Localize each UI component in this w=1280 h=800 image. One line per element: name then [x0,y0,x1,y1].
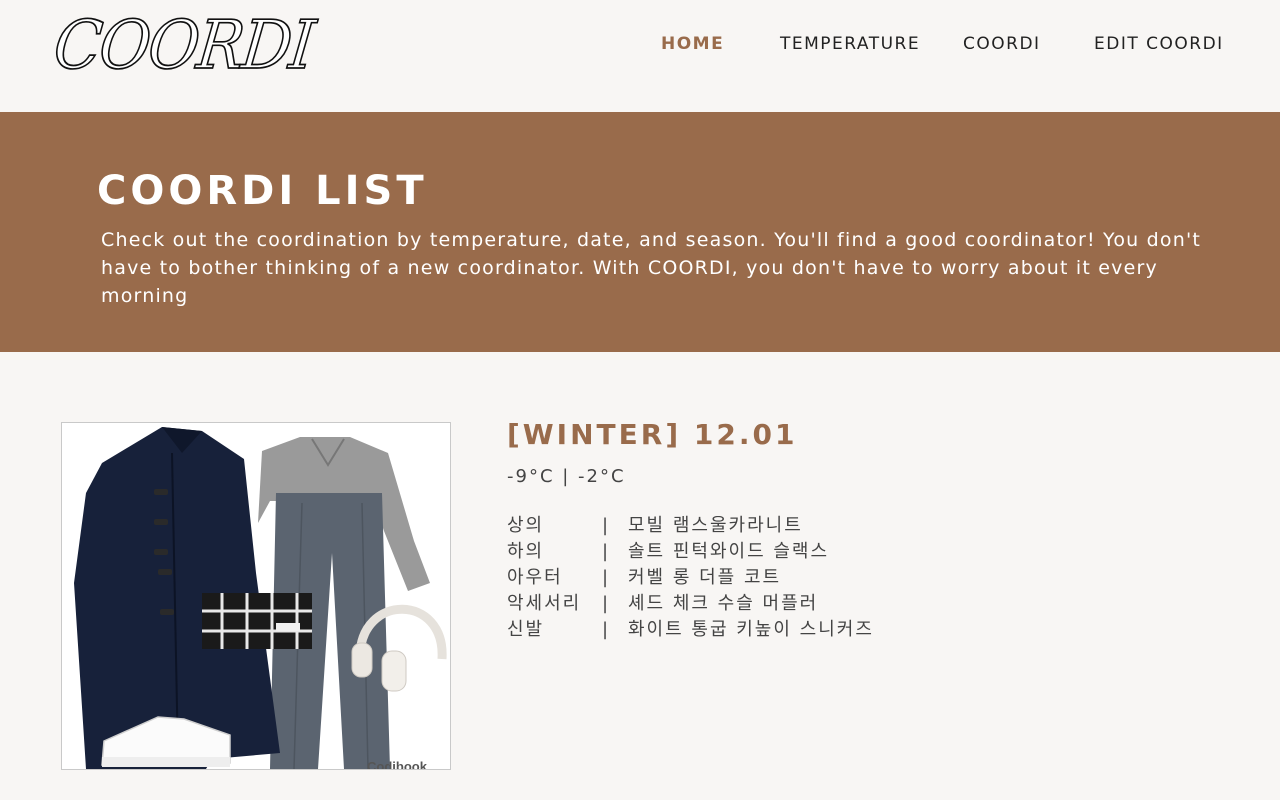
page-title: COORDI LIST [97,168,428,214]
page-description: Check out the coordination by temperatur… [101,229,1202,307]
hero-banner: COORDI LIST Check out the coordination b… [0,112,1280,352]
list-item: 하의 | 솔트 핀턱와이드 슬랙스 [507,540,874,566]
nav-home[interactable]: HOME [661,34,724,54]
item-list: 상의 | 모빌 램스울카라니트 하의 | 솔트 핀턱와이드 슬랙스 아우터 | 커벨 롱 더… [507,514,874,644]
separator: | [602,541,611,562]
list-item: 악세서리 | 셰드 체크 수슬 머플러 [507,592,874,618]
item-name: 솔트 핀턱와이드 슬랙스 [628,541,830,562]
separator: | [602,619,611,640]
item-category: 아우터 [507,567,563,588]
item-name: 셰드 체크 수슬 머플러 [628,593,819,614]
item-name: 화이트 통굽 키높이 스니커즈 [628,619,874,640]
item-name: 커벨 롱 더플 코트 [628,567,782,588]
item-category: 악세서리 [507,593,582,614]
nav-temperature[interactable]: TEMPERATURE [780,34,920,54]
separator: | [602,567,611,588]
list-item: 상의 | 모빌 램스울카라니트 [507,514,874,540]
item-name: 모빌 램스울카라니트 [628,515,803,536]
temperature-range: -9°C | -2°C [507,466,626,487]
separator: | [602,593,611,614]
entry-title: [WINTER] 12.01 [507,418,798,451]
image-watermark: Codibook [367,759,428,769]
list-item: 신발 | 화이트 통굽 키높이 스니커즈 [507,618,874,644]
nav-coordi[interactable]: COORDI [963,34,1041,54]
site-header: COORDI HOME TEMPERATURE COORDI EDIT COOR… [0,0,1280,112]
item-category: 신발 [507,619,545,640]
item-category: 상의 [507,515,545,536]
item-category: 하의 [507,541,545,562]
list-item: 아우터 | 커벨 롱 더플 코트 [507,566,874,592]
outfit-image[interactable]: Codibook [61,422,451,770]
nav-edit-coordi[interactable]: EDIT COORDI [1094,34,1224,54]
outfit-illustration: Codibook [74,427,447,769]
separator: | [602,515,611,536]
logo[interactable]: COORDI [50,5,318,86]
